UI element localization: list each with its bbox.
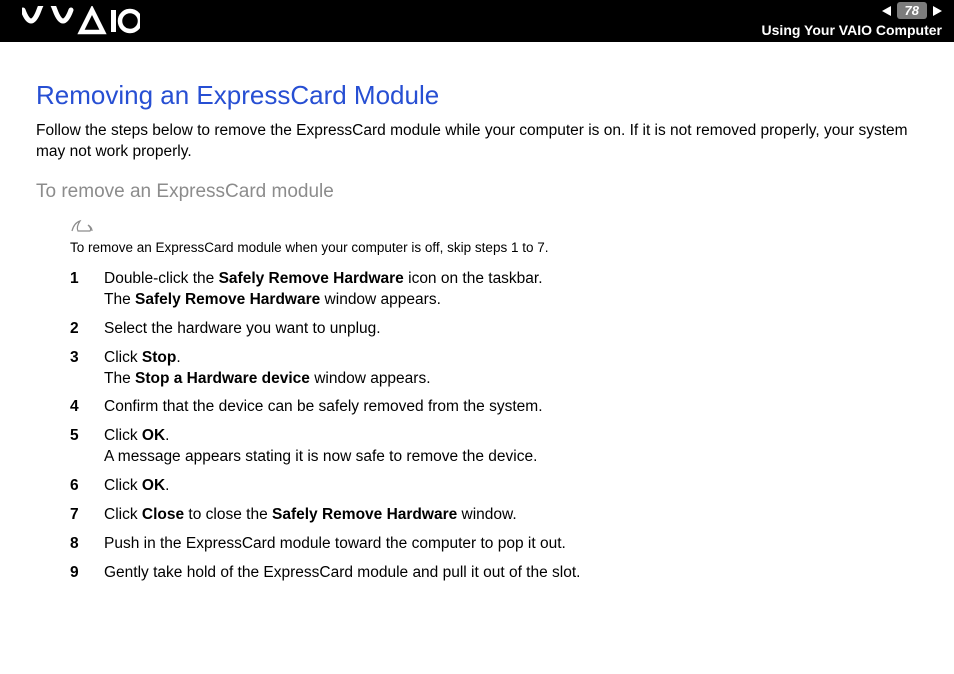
step-6: Click OK.: [70, 476, 918, 497]
note-icon: [70, 217, 94, 238]
steps-list: Double-click the Safely Remove Hardware …: [70, 269, 918, 584]
step-4: Confirm that the device can be safely re…: [70, 397, 918, 418]
prev-page-icon[interactable]: [882, 6, 891, 16]
page-title: Removing an ExpressCard Module: [36, 80, 918, 111]
vaio-logo: [22, 6, 140, 41]
section-title: Using Your VAIO Computer: [762, 22, 942, 38]
page-number: 78: [897, 2, 927, 19]
note-block: To remove an ExpressCard module when you…: [70, 217, 918, 255]
step-7: Click Close to close the Safely Remove H…: [70, 505, 918, 526]
step-5: Click OK.A message appears stating it is…: [70, 426, 918, 468]
header-bar: 78 Using Your VAIO Computer: [0, 0, 954, 42]
step-8: Push in the ExpressCard module toward th…: [70, 534, 918, 555]
step-3: Click Stop.The Stop a Hardware device wi…: [70, 348, 918, 390]
step-2: Select the hardware you want to unplug.: [70, 319, 918, 340]
procedure-title: To remove an ExpressCard module: [36, 181, 918, 203]
page-nav: 78: [882, 2, 942, 19]
step-1: Double-click the Safely Remove Hardware …: [70, 269, 918, 311]
intro-text: Follow the steps below to remove the Exp…: [36, 121, 918, 163]
note-text: To remove an ExpressCard module when you…: [70, 240, 918, 255]
step-9: Gently take hold of the ExpressCard modu…: [70, 563, 918, 584]
page-content: Removing an ExpressCard Module Follow th…: [0, 42, 954, 584]
next-page-icon[interactable]: [933, 6, 942, 16]
